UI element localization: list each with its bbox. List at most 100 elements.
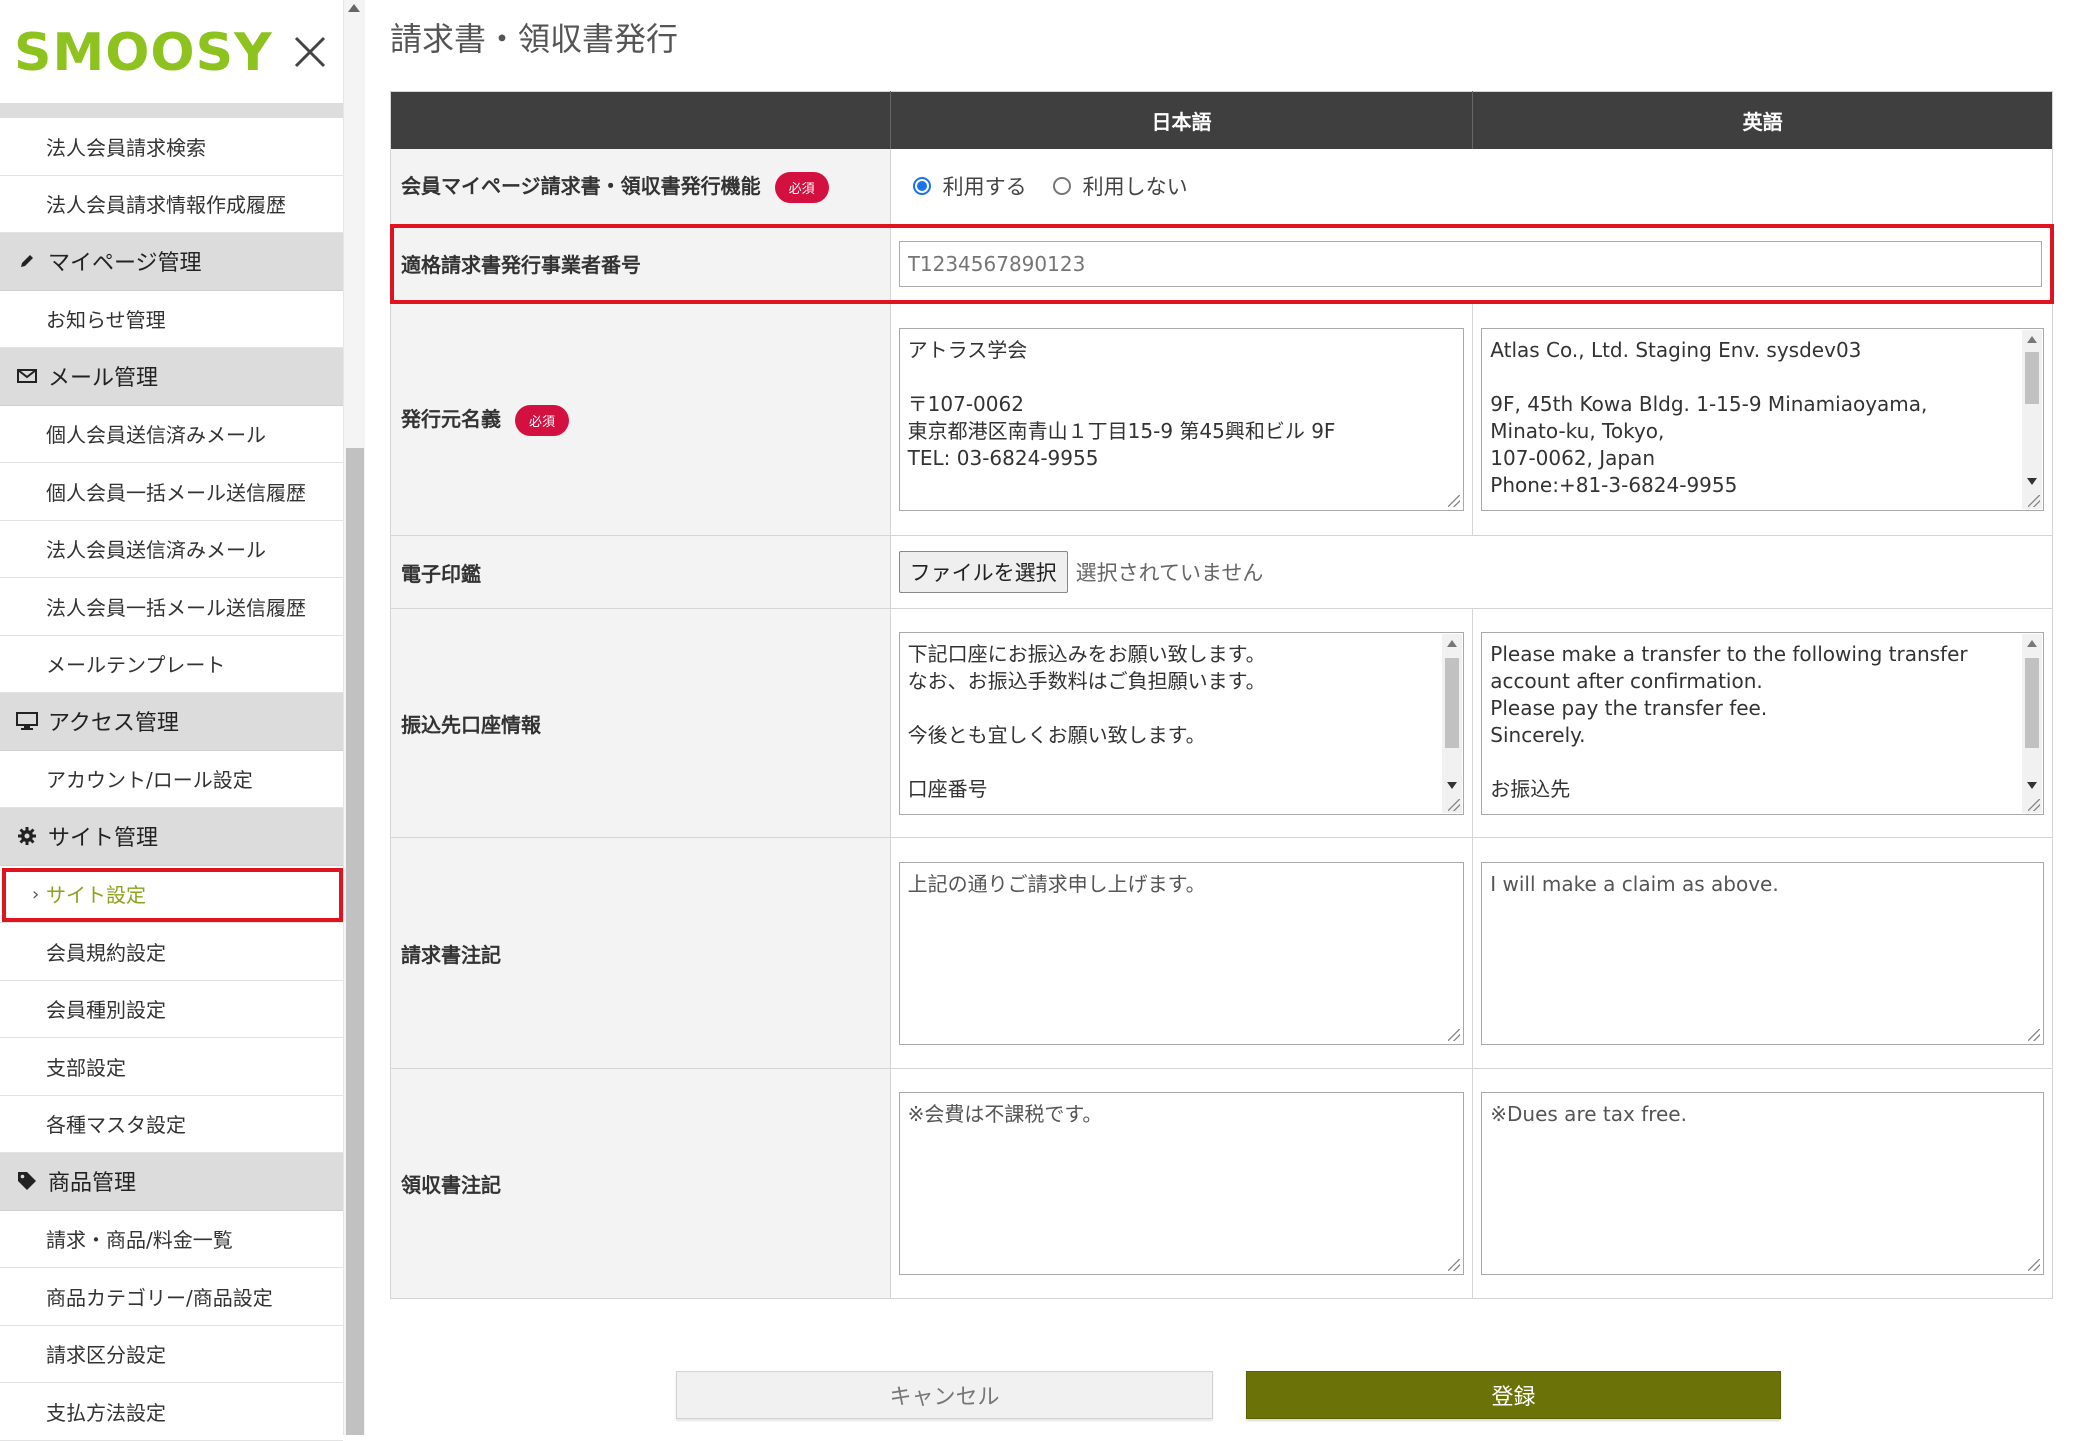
resize-grip[interactable]: [2028, 1028, 2040, 1041]
textarea-scrollbar[interactable]: [1442, 633, 1463, 813]
sidebar-section[interactable]: マイページ管理: [0, 233, 343, 291]
sidebar-scrollbar[interactable]: [343, 0, 365, 1435]
sidebar-item[interactable]: アカウント/ロール設定: [0, 750, 343, 808]
column-header-en: 英語: [1472, 91, 2053, 149]
invoice-note-ja-textarea[interactable]: 上記の通りご請求申し上げます。: [898, 861, 1465, 1045]
row-invoice-note: 請求書注記 上記の通りご請求申し上げます。 I will make a clai…: [390, 837, 2053, 1069]
invoice-note-ja-text: 上記の通りご請求申し上げます。: [907, 871, 1206, 896]
sidebar-section[interactable]: メール管理: [0, 348, 343, 406]
textarea-scrollbar[interactable]: [2022, 329, 2042, 509]
receipt-note-en-text: ※Dues are tax free.: [1490, 1102, 1687, 1126]
sidebar-item[interactable]: メールテンプレート: [0, 635, 343, 693]
sidebar-item-label: 支部設定: [46, 1055, 126, 1080]
registration-number-input[interactable]: [898, 240, 2042, 287]
sidebar-item[interactable]: 会員種別設定: [0, 980, 343, 1038]
close-icon[interactable]: [290, 32, 330, 72]
sidebar-section[interactable]: サイト管理: [0, 808, 343, 866]
row-receipt-note: 領収書注記 ※会費は不課税です。 ※Dues are tax free.: [390, 1068, 2053, 1299]
settings-form-table: 日本語 英語 会員マイページ請求書・領収書発行機能 必須 利用する 利用しない 適…: [389, 91, 2054, 1299]
radio-use[interactable]: [912, 177, 931, 196]
row-label: 会員マイページ請求書・領収書発行機能 必須: [390, 148, 891, 225]
row-label: 適格請求書発行事業者番号: [390, 224, 891, 303]
sidebar-item[interactable]: 個人会員送信済みメール: [0, 405, 343, 463]
tag-icon: [16, 1170, 38, 1192]
header-blank: [390, 91, 891, 149]
radio-nouse[interactable]: [1052, 177, 1071, 196]
feature-options: 利用する 利用しない: [890, 148, 2053, 225]
sidebar-item[interactable]: 支払方法設定: [0, 1383, 343, 1441]
logo-bar: SMOOSY: [0, 0, 343, 103]
sidebar-item[interactable]: 個人会員一括メール送信履歴: [0, 463, 343, 521]
sidebar-item-label: 各種マスタ設定: [46, 1113, 186, 1138]
sidebar-section[interactable]: 商品管理: [0, 1153, 343, 1211]
sidebar-item[interactable]: 法人会員送信済みメール: [0, 520, 343, 578]
radio-use-label[interactable]: 利用する: [943, 171, 1027, 201]
sidebar-item-label: 商品カテゴリー/商品設定: [46, 1285, 273, 1310]
choose-file-button[interactable]: ファイルを選択: [898, 551, 1068, 593]
page-title: 請求書・領収書発行: [390, 20, 679, 58]
sidebar-item-label: 会員種別設定: [46, 998, 166, 1023]
resize-grip[interactable]: [2028, 494, 2040, 507]
resize-grip[interactable]: [2028, 1259, 2040, 1271]
sidebar-item[interactable]: 法人会員一括メール送信履歴: [0, 578, 343, 636]
seal-label: 電子印鑑: [401, 561, 481, 586]
receipt-note-ja-textarea[interactable]: ※会費は不課税です。: [898, 1092, 1465, 1275]
row-label: 請求書注記: [390, 837, 891, 1069]
issuer-name-en-textarea[interactable]: Atlas Co., Ltd. Staging Env. sysdev03 9F…: [1481, 327, 2044, 511]
issuer-name-ja-text: アトラス学会 〒107-0062 東京都港区南青山１丁目15-9 第45興和ビル…: [907, 337, 1336, 470]
sidebar-item-label: 法人会員一括メール送信履歴: [46, 595, 306, 620]
sidebar-item[interactable]: 各種マスタ設定: [0, 1095, 343, 1153]
bank-info-en-textarea[interactable]: Please make a transfer to the following …: [1481, 631, 2044, 815]
logo-text: SMOOSY: [14, 23, 273, 83]
bank-info-en-text: Please make a transfer to the following …: [1490, 641, 1968, 801]
sidebar-item-label: 会員規約設定: [46, 940, 166, 965]
scroll-up-arrow[interactable]: [348, 4, 360, 12]
sidebar: SMOOSY 法人会員請求検索法人会員請求情報作成履歴 マイページ管理 お知らせ管理…: [0, 0, 343, 1441]
cancel-button[interactable]: キャンセル: [676, 1371, 1213, 1419]
radio-nouse-label[interactable]: 利用しない: [1083, 171, 1188, 201]
receipt-note-ja-text: ※会費は不課税です。: [907, 1102, 1103, 1126]
row-label: 電子印鑑: [390, 535, 891, 609]
sidebar-item[interactable]: 法人会員請求情報作成履歴: [0, 175, 343, 233]
sidebar-item[interactable]: 会員規約設定: [0, 923, 343, 981]
receipt-note-label: 領収書注記: [401, 1173, 501, 1197]
column-header-ja: 日本語: [889, 91, 1473, 149]
logo: SMOOSY: [14, 18, 273, 88]
row-seal: 電子印鑑 ファイルを選択 選択されていません: [390, 535, 2053, 609]
sidebar-item-label: 個人会員一括メール送信履歴: [46, 480, 306, 505]
row-issuer-name: 発行元名義 必須 アトラス学会 〒107-0062 東京都港区南青山１丁目15-9…: [390, 302, 2053, 536]
sidebar-section-label: サイト管理: [48, 826, 159, 852]
bank-info-ja-textarea[interactable]: 下記口座にお振込みをお願い致します。 なお、お振込手数料はご負担願います。 今後…: [898, 631, 1465, 815]
receipt-note-en-textarea[interactable]: ※Dues are tax free.: [1481, 1092, 2044, 1275]
issuer-name-label: 発行元名義: [401, 406, 501, 431]
sidebar-section-label: マイページ管理: [48, 251, 202, 277]
resize-grip[interactable]: [1448, 494, 1461, 507]
sidebar-item[interactable]: 支部設定: [0, 1038, 343, 1096]
invoice-note-en-textarea[interactable]: I will make a claim as above.: [1481, 861, 2044, 1045]
scroll-thumb[interactable]: [346, 448, 364, 1435]
row-label: 領収書注記: [390, 1068, 891, 1299]
submit-button[interactable]: 登録: [1246, 1371, 1781, 1419]
envelope-icon: [16, 365, 38, 387]
sidebar-item[interactable]: › サイト設定: [0, 865, 343, 923]
row-registration-number: 適格請求書発行事業者番号: [389, 223, 2054, 304]
textarea-scrollbar[interactable]: [2022, 633, 2042, 813]
issuer-name-ja-textarea[interactable]: アトラス学会 〒107-0062 東京都港区南青山１丁目15-9 第45興和ビル…: [898, 327, 1465, 511]
sidebar-section[interactable]: アクセス管理: [0, 693, 343, 751]
sidebar-item[interactable]: 商品カテゴリー/商品設定: [0, 1268, 343, 1326]
sidebar-item[interactable]: 法人会員請求検索: [0, 118, 343, 176]
resize-grip[interactable]: [2028, 798, 2040, 811]
sidebar-item[interactable]: 請求・商品/料金一覧: [0, 1210, 343, 1268]
required-badge: 必須: [774, 171, 829, 203]
feature-label: 会員マイページ請求書・領収書発行機能: [401, 173, 761, 198]
chevron-right-icon: ›: [32, 883, 40, 905]
row-bank-info: 振込先口座情報 下記口座にお振込みをお願い致します。 なお、お振込手数料はご負担…: [390, 608, 2053, 838]
sidebar-item[interactable]: 請求区分設定: [0, 1325, 343, 1383]
resize-grip[interactable]: [1448, 798, 1461, 811]
sidebar-item-label: 法人会員請求情報作成履歴: [46, 193, 286, 218]
resize-grip[interactable]: [1448, 1028, 1461, 1041]
sidebar-item[interactable]: お知らせ管理: [0, 290, 343, 348]
sidebar-item-label: 請求・商品/料金一覧: [46, 1228, 233, 1253]
sidebar-item-label: お知らせ管理: [46, 308, 166, 333]
resize-grip[interactable]: [1448, 1259, 1461, 1271]
